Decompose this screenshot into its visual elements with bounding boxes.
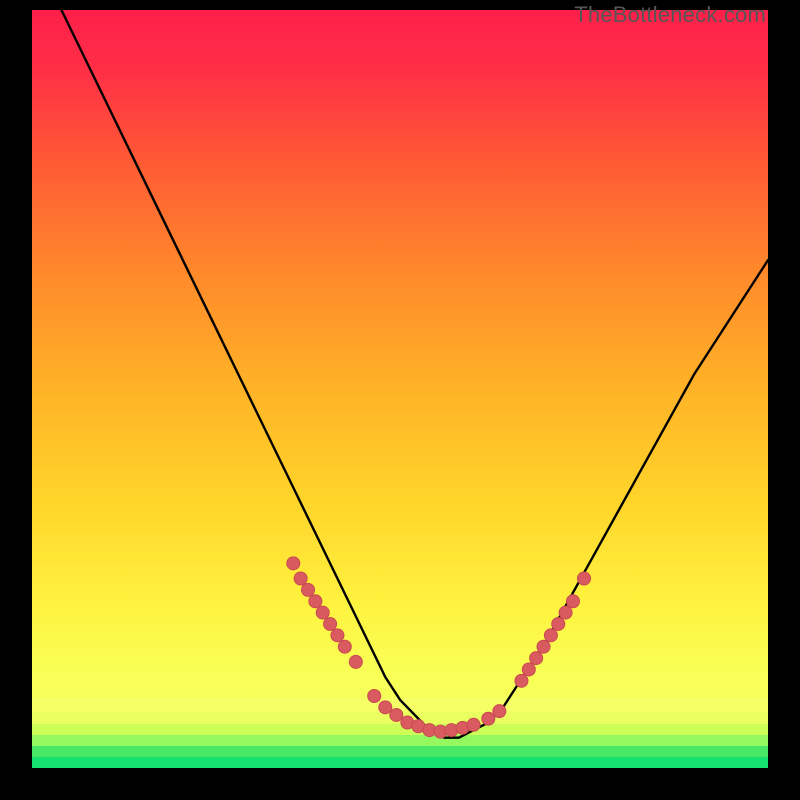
curve-marker (338, 640, 351, 653)
curve-marker (467, 718, 480, 731)
curve-marker (294, 572, 307, 585)
curve-marker (515, 674, 528, 687)
curve-marker (349, 655, 362, 668)
curve-marker (287, 557, 300, 570)
curve-marker (559, 606, 572, 619)
chart-frame (32, 10, 768, 768)
curve-marker (316, 606, 329, 619)
curve-marker (379, 701, 392, 714)
curve-marker (552, 617, 565, 630)
watermark-text: TheBottleneck.com (574, 2, 766, 28)
curve-marker (537, 640, 550, 653)
curve-marker (302, 583, 315, 596)
curve-marker (493, 705, 506, 718)
curve-marker (522, 663, 535, 676)
curve-marker (390, 708, 403, 721)
curve-marker (530, 652, 543, 665)
curve-marker (566, 595, 579, 608)
curve-marker (482, 712, 495, 725)
bottleneck-chart (32, 10, 768, 768)
curve-marker (324, 617, 337, 630)
curve-marker (309, 595, 322, 608)
gradient-background (32, 10, 768, 768)
curve-marker (578, 572, 591, 585)
bottom-stripes (32, 698, 768, 768)
curve-marker (368, 689, 381, 702)
curve-marker (331, 629, 344, 642)
curve-marker (544, 629, 557, 642)
